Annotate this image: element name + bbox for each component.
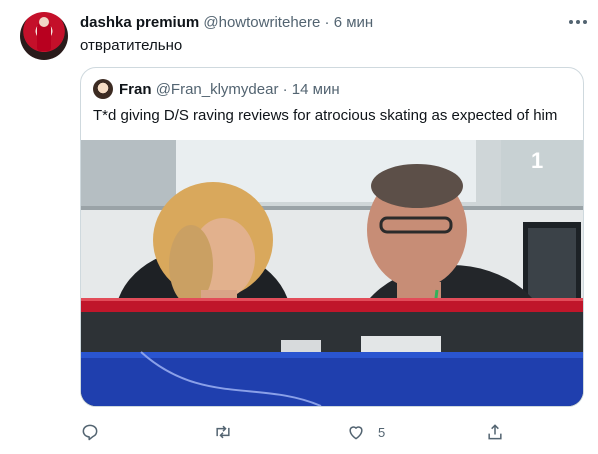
- separator-dot: ·: [324, 14, 330, 31]
- tweet-text: отвратительно: [80, 37, 183, 54]
- commentators-photo: 1: [81, 140, 583, 406]
- like-icon[interactable]: [346, 422, 366, 442]
- tweet-header: dashka premium @howtowritehere · 6 мин: [80, 14, 373, 32]
- reply-action[interactable]: [80, 421, 100, 443]
- share-icon[interactable]: [485, 422, 505, 442]
- quote-media-image[interactable]: 1: [81, 140, 583, 406]
- tweet[interactable]: dashka premium @howtowritehere · 6 мин о…: [0, 0, 598, 454]
- like-action[interactable]: 5: [346, 421, 385, 443]
- quoted-tweet[interactable]: Fran @Fran_klymydear · 14 мин T*d giving…: [80, 67, 584, 407]
- quote-author-handle: @Fran_klymydear: [155, 81, 279, 98]
- author-avatar[interactable]: [20, 12, 68, 60]
- quote-header: Fran @Fran_klymydear · 14 мин: [119, 81, 340, 99]
- quote-separator-dot: ·: [282, 81, 288, 98]
- retweet-action[interactable]: [213, 421, 233, 443]
- tweet-time[interactable]: 6 мин: [334, 14, 374, 31]
- quote-author-avatar[interactable]: [93, 79, 113, 99]
- svg-text:1: 1: [531, 148, 543, 173]
- quote-author-name: Fran: [119, 81, 152, 98]
- like-count: 5: [378, 424, 386, 440]
- share-action[interactable]: [485, 421, 505, 443]
- quote-time: 14 мин: [291, 81, 340, 98]
- author-handle[interactable]: @howtowritehere: [203, 14, 320, 31]
- quote-text: T*d giving D/S raving reviews for atroci…: [93, 107, 558, 124]
- reply-icon[interactable]: [80, 422, 100, 442]
- author-name[interactable]: dashka premium: [80, 14, 199, 31]
- more-dots-icon[interactable]: [566, 12, 590, 32]
- retweet-icon[interactable]: [213, 422, 233, 442]
